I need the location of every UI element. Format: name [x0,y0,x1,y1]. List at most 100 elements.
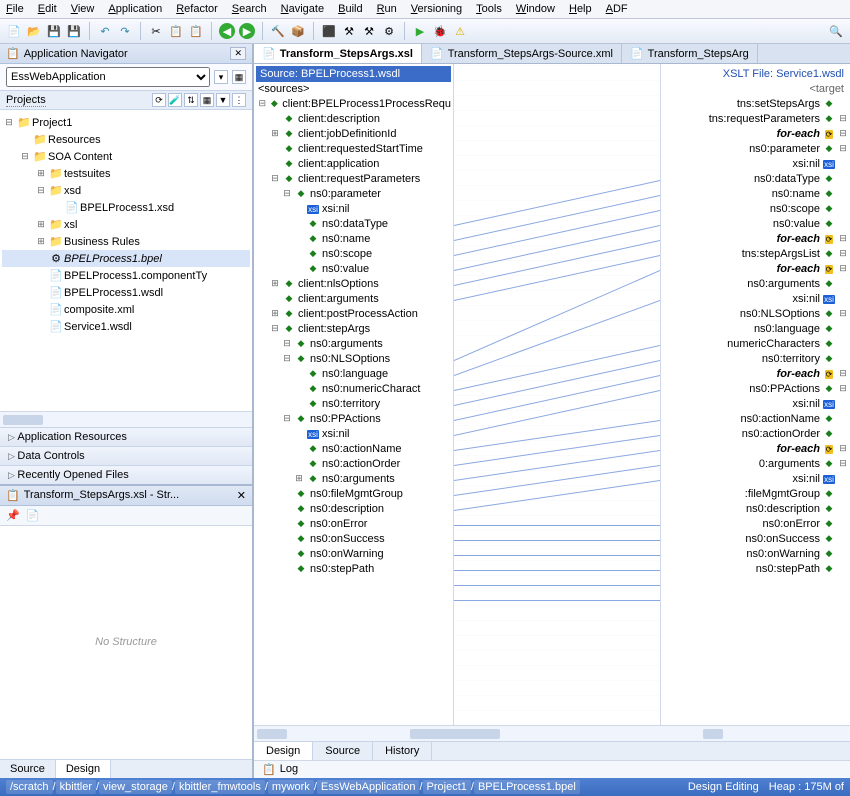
target-node[interactable]: ns0:value◆ [663,216,848,231]
workspace-icon[interactable]: ▦ [200,93,214,107]
pin-icon[interactable]: 📌 [6,509,20,522]
target-node[interactable]: ns0:PPActions◆⊟ [663,381,848,396]
app-overview-icon[interactable]: ▦ [232,70,246,84]
source-node[interactable]: ◆ns0:fileMgmtGroup [256,486,451,501]
menu-navigate[interactable]: Navigate [281,3,324,15]
expander-icon[interactable]: ⊟ [34,185,48,196]
expander-icon[interactable]: ⊟ [270,173,280,184]
expander-icon[interactable]: ⊟ [838,263,848,274]
structure-tab-source[interactable]: Source [0,760,56,778]
source-node[interactable]: ◆ns0:onSuccess [256,531,451,546]
source-node[interactable]: ◆client:application [256,156,451,171]
page-icon[interactable]: 📄 [26,509,40,522]
source-node[interactable]: ◆ns0:territory [256,396,451,411]
target-node[interactable]: ns0:scope◆ [663,201,848,216]
source-node[interactable]: ◆ns0:numericCharact [256,381,451,396]
debug-icon[interactable]: 🐞 [432,23,448,39]
structure-close-icon[interactable]: ✕ [237,489,246,502]
expander-icon[interactable]: ⊟ [282,353,292,364]
expander-icon[interactable]: ⊟ [838,128,848,139]
expander-icon[interactable]: ⊟ [838,143,848,154]
filter-icon[interactable]: 🧪 [168,93,182,107]
target-node[interactable]: ns0:NLSOptions◆⊟ [663,306,848,321]
expander-icon[interactable]: ⊟ [258,98,266,109]
tree-node[interactable]: 📄BPELProcess1.wsdl [2,284,250,301]
tree-hscroll[interactable] [0,411,252,427]
warning-icon[interactable]: ⚠ [452,23,468,39]
target-node[interactable]: :fileMgmtGroup◆ [663,486,848,501]
target-node[interactable]: ns0:dataType◆ [663,171,848,186]
accordion-application-resources[interactable]: Application Resources [0,427,252,446]
menu-file[interactable]: File [6,3,24,15]
forward-icon[interactable]: ▶ [239,23,255,39]
target-node[interactable]: for-each⟳⊟ [663,261,848,276]
editor-subtab-source[interactable]: Source [313,742,373,760]
source-node[interactable]: ◆ns0:description [256,501,451,516]
editor-tab[interactable]: 📄Transform_StepsArg [622,44,758,63]
expander-icon[interactable]: ⊞ [34,168,48,179]
expander-icon[interactable]: ⊞ [34,219,48,230]
editor-subtab-history[interactable]: History [373,742,432,760]
expander-icon[interactable]: ⊟ [838,248,848,259]
target-node[interactable]: for-each⟳⊟ [663,126,848,141]
source-node[interactable]: ◆ns0:scope [256,246,451,261]
expander-icon[interactable]: ⊟ [270,323,280,334]
source-node[interactable]: ⊞◆ns0:arguments [256,471,451,486]
target-node[interactable]: xsi:nilxsi [663,156,848,171]
log-panel-header[interactable]: 📋 Log [254,760,850,778]
structure-tab-design[interactable]: Design [56,760,111,778]
tree-node[interactable]: ⊟📁xsd [2,182,250,199]
build-icon[interactable]: 🔨 [270,23,286,39]
redo-icon[interactable]: ↷ [117,23,133,39]
expander-icon[interactable]: ⊟ [838,233,848,244]
source-node[interactable]: ⊟◆ns0:parameter [256,186,451,201]
editor-hscroll[interactable] [254,725,850,741]
menu-help[interactable]: Help [569,3,592,15]
funnel-icon[interactable]: ▼ [216,93,230,107]
target-node[interactable]: ns0:territory◆ [663,351,848,366]
target-node[interactable]: ns0:parameter◆⊟ [663,141,848,156]
target-node[interactable]: for-each⟳⊟ [663,441,848,456]
expander-icon[interactable]: ⊞ [270,278,280,289]
source-node[interactable]: ◆ns0:name [256,231,451,246]
source-node[interactable]: ⊟◆ns0:PPActions [256,411,451,426]
menu-build[interactable]: Build [338,3,362,15]
refresh-icon[interactable]: ⟳ [152,93,166,107]
target-node[interactable]: ns0:actionOrder◆ [663,426,848,441]
tree-node[interactable]: 📄BPELProcess1.xsd [2,199,250,216]
menu-window[interactable]: Window [516,3,555,15]
search-icon[interactable]: 🔍 [828,23,844,39]
source-node[interactable]: ◆client:requestedStartTime [256,141,451,156]
source-node[interactable]: ◆ns0:actionName [256,441,451,456]
target-node[interactable]: ns0:onWarning◆ [663,546,848,561]
target-node[interactable]: ns0:actionName◆ [663,411,848,426]
menu-edit[interactable]: Edit [38,3,57,15]
expander-icon[interactable]: ⊟ [838,368,848,379]
menu-search[interactable]: Search [232,3,267,15]
tree-node[interactable]: 📄Service1.wsdl [2,318,250,335]
menu-icon[interactable]: ⋮ [232,93,246,107]
new-icon[interactable]: 📄 [6,23,22,39]
tree-node[interactable]: 📄composite.xml [2,301,250,318]
source-node[interactable]: xsixsi:nil [256,426,451,441]
sort-icon[interactable]: ⇅ [184,93,198,107]
target-node[interactable]: for-each⟳⊟ [663,231,848,246]
source-node[interactable]: ◆client:description [256,111,451,126]
back-icon[interactable]: ◀ [219,23,235,39]
target-node[interactable]: 0:arguments◆⊟ [663,456,848,471]
undo-icon[interactable]: ↶ [97,23,113,39]
source-node[interactable]: ◆ns0:actionOrder [256,456,451,471]
target-node[interactable]: xsi:nilxsi [663,291,848,306]
editor-tab[interactable]: 📄Transform_StepsArgs.xsl [254,44,422,63]
cut-icon[interactable]: ✂ [148,23,164,39]
source-node[interactable]: ⊟◆client:BPELProcess1ProcessRequ [256,96,451,111]
expander-icon[interactable]: ⊟ [838,383,848,394]
make-icon[interactable]: ⚒ [341,23,357,39]
copy-icon[interactable]: 📋 [168,23,184,39]
expander-icon[interactable]: ⊟ [2,117,16,128]
expander-icon[interactable]: ⊞ [270,308,280,319]
expander-icon[interactable]: ⊞ [294,473,304,484]
target-node[interactable]: xsi:nilxsi [663,396,848,411]
target-node[interactable]: ns0:arguments◆ [663,276,848,291]
accordion-data-controls[interactable]: Data Controls [0,446,252,465]
